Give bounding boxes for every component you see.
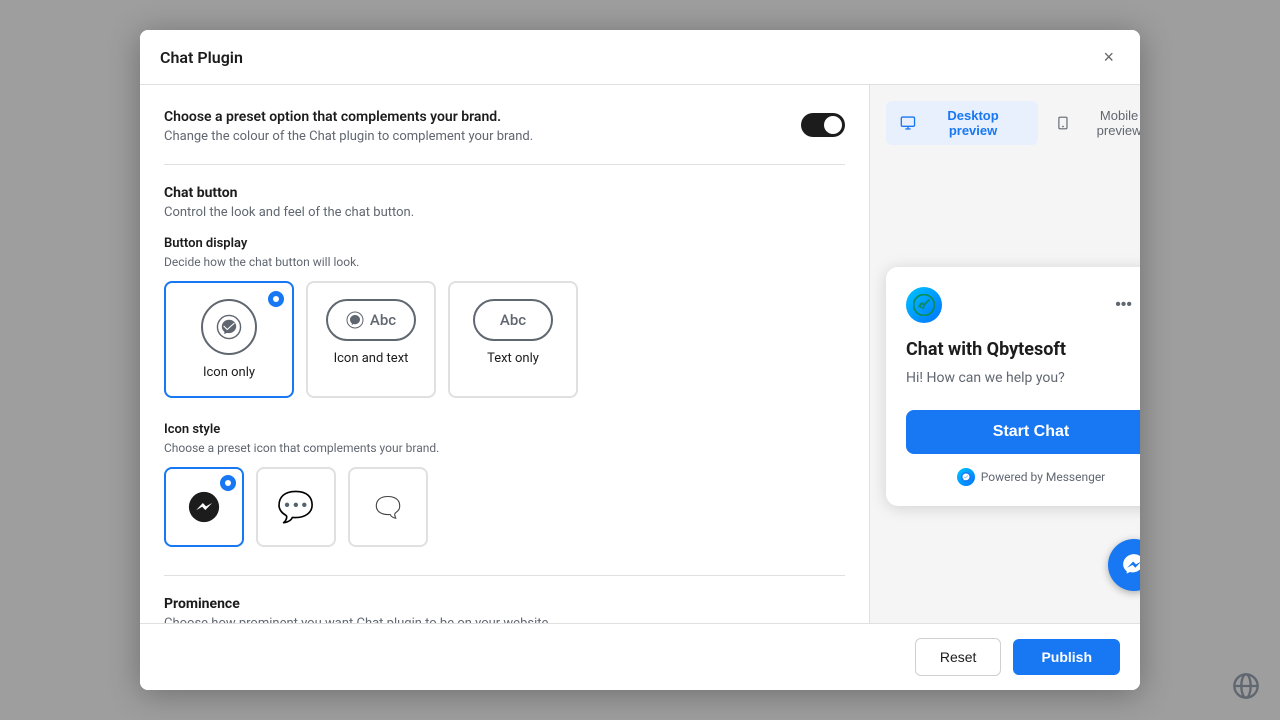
modal: Chat Plugin × Choose a preset option tha…	[140, 30, 1140, 690]
chat-card-subtitle: Hi! How can we help you?	[906, 370, 1140, 386]
button-display-grid: Icon only Abc Icon and text	[164, 281, 845, 398]
chat-preview-area: Q ••• — Chat with Qbytesoft Hi! How can …	[886, 165, 1140, 607]
chat-card-header: Q ••• —	[906, 287, 1140, 323]
icon-only-preview	[201, 299, 257, 355]
reset-button[interactable]: Reset	[915, 638, 1002, 676]
preview-tabs: Desktop preview Mobile preview	[886, 101, 1140, 145]
icon-only-label: Icon only	[203, 365, 255, 380]
chat-card: Q ••• — Chat with Qbytesoft Hi! How can …	[886, 267, 1140, 506]
button-display-title: Button display	[164, 236, 845, 251]
radio-selected-messenger	[220, 475, 236, 491]
globe-icon[interactable]	[1232, 672, 1264, 704]
mobile-tab-label: Mobile preview	[1076, 108, 1140, 138]
tab-desktop-preview[interactable]: Desktop preview	[886, 101, 1038, 145]
icon-text-preview: Abc	[326, 299, 416, 341]
chat-card-actions: ••• —	[1115, 296, 1140, 314]
messenger-icon	[188, 491, 220, 523]
display-option-text-only[interactable]: Abc Text only	[448, 281, 578, 398]
powered-messenger-icon	[957, 468, 975, 486]
text-only-label: Text only	[487, 351, 539, 366]
bubble-alt-icon: 🗨	[370, 491, 406, 524]
desktop-icon	[900, 115, 916, 131]
icon-option-bubble[interactable]: 💬	[256, 467, 336, 547]
right-panel: Desktop preview Mobile preview	[870, 85, 1140, 623]
floating-messenger-icon	[1121, 552, 1140, 578]
svg-text:Q: Q	[919, 301, 925, 311]
display-option-icon-text[interactable]: Abc Icon and text	[306, 281, 436, 398]
button-display-desc: Decide how the chat button will look.	[164, 255, 845, 269]
powered-by: Powered by Messenger	[906, 468, 1140, 486]
mobile-icon	[1056, 115, 1070, 131]
icon-style-title: Icon style	[164, 422, 845, 437]
left-panel: Choose a preset option that complements …	[140, 85, 870, 623]
chat-button-desc: Control the look and feel of the chat bu…	[164, 205, 845, 220]
messenger-small-icon	[961, 472, 971, 482]
preset-description: Change the colour of the Chat plugin to …	[164, 129, 533, 144]
tab-mobile-preview[interactable]: Mobile preview	[1042, 101, 1140, 145]
prominence-desc: Choose how prominent you want Chat plugi…	[164, 616, 845, 623]
brand-logo: Q	[906, 287, 942, 323]
icon-option-messenger[interactable]	[164, 467, 244, 547]
preset-heading: Choose a preset option that complements …	[164, 109, 533, 125]
chat-card-title: Chat with Qbytesoft	[906, 339, 1140, 360]
floating-chat-button[interactable]	[1108, 539, 1140, 591]
text-only-preview: Abc	[473, 299, 553, 341]
modal-footer: Reset Publish	[140, 623, 1140, 690]
section-divider	[164, 575, 845, 576]
modal-header: Chat Plugin ×	[140, 30, 1140, 85]
close-button[interactable]: ×	[1097, 46, 1120, 68]
bubble-icon: 💬	[277, 490, 314, 525]
brand-logo-icon: Q	[913, 294, 935, 316]
preset-toggle[interactable]	[801, 113, 845, 137]
desktop-tab-label: Desktop preview	[922, 108, 1024, 138]
start-chat-button[interactable]: Start Chat	[906, 410, 1140, 454]
publish-button[interactable]: Publish	[1013, 639, 1120, 675]
icon-option-bubble-alt[interactable]: 🗨	[348, 467, 428, 547]
chat-button-section: Chat button Control the look and feel of…	[164, 185, 845, 623]
icon-text-abc: Abc	[370, 311, 396, 329]
icon-text-label: Icon and text	[334, 351, 409, 366]
radio-selected-icon-only	[268, 291, 284, 307]
preset-text: Choose a preset option that complements …	[164, 109, 533, 144]
display-option-icon-only[interactable]: Icon only	[164, 281, 294, 398]
preset-section: Choose a preset option that complements …	[164, 109, 845, 165]
powered-by-text: Powered by Messenger	[981, 470, 1106, 484]
prominence-section: Prominence Choose how prominent you want…	[164, 596, 845, 623]
icon-style-desc: Choose a preset icon that complements yo…	[164, 441, 845, 455]
modal-body: Choose a preset option that complements …	[140, 85, 1140, 623]
chat-button-title: Chat button	[164, 185, 845, 201]
icon-style-grid: 💬 🗨	[164, 467, 845, 547]
prominence-title: Prominence	[164, 596, 845, 612]
chat-card-dots-button[interactable]: •••	[1115, 296, 1132, 314]
modal-title: Chat Plugin	[160, 48, 243, 67]
